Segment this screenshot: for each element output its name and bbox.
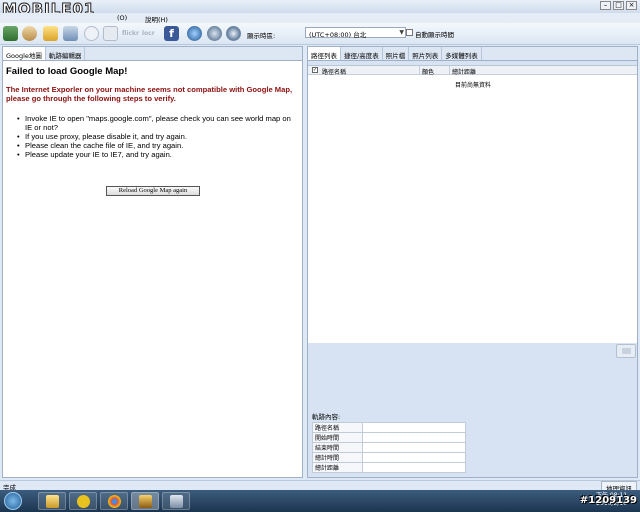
- tab-media-list[interactable]: 多媒體列表: [442, 47, 482, 60]
- reload-map-button[interactable]: Reload Google Map again: [106, 186, 200, 196]
- table-row: 開始時間: [312, 432, 466, 443]
- tool-icon: [169, 494, 183, 508]
- route-panel: 路徑列表 捷徑/高度表 照片檔 照片列表 多媒體列表 ✓ 路徑名稱 顏色 總計距…: [307, 46, 638, 478]
- row-value: [362, 432, 466, 443]
- map-tabs: Google地圖 軌跡編輯器: [3, 47, 302, 61]
- folder-icon: [45, 494, 59, 508]
- row-value: [362, 422, 466, 433]
- timezone-label: 顯示時區:: [247, 32, 276, 40]
- timezone-select[interactable]: (UTC+08:00) 台北 ▼: [305, 27, 406, 39]
- window-controls: – □ ×: [600, 1, 637, 10]
- track-info-label: 軌跡內容:: [312, 413, 341, 421]
- column-divider: [419, 66, 420, 75]
- tab-photo-files[interactable]: 照片檔: [383, 47, 410, 60]
- error-title: Failed to load Google Map!: [6, 66, 128, 77]
- app-icon: [76, 494, 90, 508]
- disk-icon[interactable]: [226, 26, 241, 41]
- select-all-checkbox[interactable]: ✓: [312, 67, 318, 73]
- taskbar-explorer[interactable]: [38, 492, 66, 510]
- export-icon[interactable]: [63, 26, 78, 41]
- tab-google-map[interactable]: Google地圖: [3, 47, 46, 60]
- auto-timezone-checkbox[interactable]: [406, 29, 413, 36]
- status-bar: 完成 地理資訊: [0, 480, 640, 495]
- timezone-value: (UTC+08:00) 台北: [309, 31, 367, 39]
- flickr-icon[interactable]: flickr: [122, 26, 139, 41]
- column-route-name[interactable]: 路徑名稱: [322, 67, 346, 76]
- locr-icon[interactable]: locr: [142, 26, 157, 41]
- row-value: [362, 452, 466, 463]
- auto-timezone-label: 自動顯示時間: [415, 31, 454, 39]
- row-label: 總計時間: [312, 452, 363, 463]
- row-value: [362, 442, 466, 453]
- menu-item-o[interactable]: (O): [117, 14, 127, 22]
- list-item: Invoke IE to open "maps.google.com", ple…: [17, 114, 297, 132]
- film-icon: [138, 494, 152, 508]
- toolbar: flickr locr f 顯示時區: (UTC+08:00) 台北 ▼ 自動顯…: [0, 23, 640, 45]
- taskbar-chrome[interactable]: [100, 492, 128, 510]
- clock-icon[interactable]: [84, 26, 99, 41]
- taskbar-app[interactable]: [69, 492, 97, 510]
- tab-track-editor[interactable]: 軌跡編輯器: [46, 47, 86, 60]
- folder-open-icon[interactable]: [43, 26, 58, 41]
- column-color[interactable]: 顏色: [422, 67, 434, 76]
- table-row: 路徑名稱: [312, 422, 466, 433]
- google-earth-icon[interactable]: [187, 26, 202, 41]
- route-tabs: 路徑列表 捷徑/高度表 照片檔 照片列表 多媒體列表: [308, 47, 637, 61]
- gps-device-icon[interactable]: [3, 26, 18, 41]
- user-icon[interactable]: [22, 26, 37, 41]
- row-label: 開始時間: [312, 432, 363, 443]
- maximize-icon[interactable]: □: [613, 1, 624, 10]
- table-row: 結束時間: [312, 442, 466, 453]
- taskbar-tool[interactable]: [162, 492, 190, 510]
- row-value: [362, 462, 466, 473]
- list-item: Please update your IE to IE7, and try ag…: [17, 150, 297, 159]
- row-label: 結束時間: [312, 442, 363, 453]
- empty-text: 目前尚無資料: [455, 82, 492, 89]
- title-bar: MOBILE01 – □ ×: [0, 0, 640, 19]
- collapse-button[interactable]: [616, 344, 636, 358]
- route-list: ✓ 路徑名稱 顏色 總計距離 目前尚無資料: [308, 65, 637, 343]
- tab-photo-list[interactable]: 照片列表: [409, 47, 443, 60]
- track-info-table: 路徑名稱 開始時間 結束時間 總計時間 總計距離: [312, 422, 466, 473]
- taskbar-active-app[interactable]: [131, 492, 159, 510]
- error-message: The Internet Exporler on your machine se…: [6, 85, 293, 103]
- taskbar: 下午 08:11 2010/2/10: [0, 490, 640, 512]
- tab-route-list[interactable]: 路徑列表: [308, 47, 341, 60]
- save-icon[interactable]: [207, 26, 222, 41]
- chevron-down-icon: ▼: [399, 29, 404, 36]
- menu-bar: (O) 說明(H): [0, 13, 640, 24]
- steps-list: Invoke IE to open "maps.google.com", ple…: [17, 114, 297, 159]
- facebook-icon[interactable]: f: [164, 26, 179, 41]
- row-label: 總計距離: [312, 462, 363, 473]
- column-total-distance[interactable]: 總計距離: [452, 67, 476, 76]
- start-button[interactable]: [4, 492, 22, 510]
- column-divider: [449, 66, 450, 75]
- tab-speed-altitude[interactable]: 捷徑/高度表: [341, 47, 383, 60]
- table-row: 總計時間: [312, 452, 466, 463]
- row-label: 路徑名稱: [312, 422, 363, 433]
- table-row: 總計距離: [312, 462, 466, 473]
- chrome-icon: [107, 494, 121, 508]
- close-icon[interactable]: ×: [626, 1, 637, 10]
- map-panel: Google地圖 軌跡編輯器 Failed to load Google Map…: [2, 46, 303, 478]
- route-list-header: ✓ 路徑名稱 顏色 總計距離: [308, 66, 637, 76]
- watermark-id: #1209139: [579, 495, 637, 506]
- print-icon[interactable]: [103, 26, 118, 41]
- minimize-icon[interactable]: –: [600, 1, 611, 10]
- list-item: If you use proxy, please disable it, and…: [17, 132, 297, 141]
- list-item: Please clean the cache file of IE, and t…: [17, 141, 297, 150]
